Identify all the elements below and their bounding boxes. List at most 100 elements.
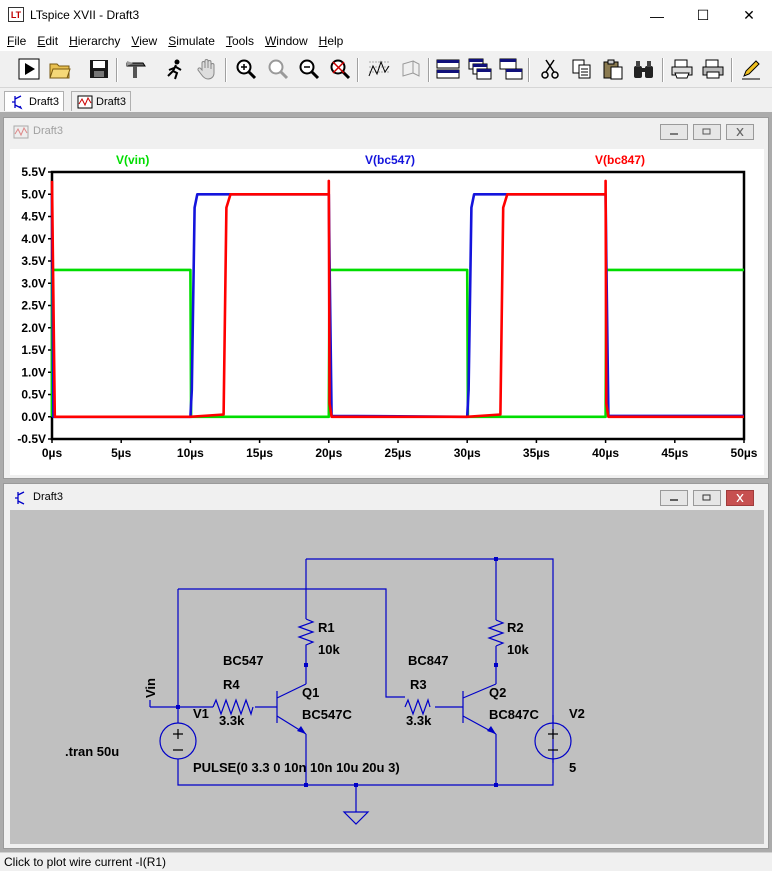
- r3-value[interactable]: 3.3k: [406, 713, 432, 728]
- ltspice-app-icon[interactable]: LT: [8, 7, 24, 22]
- r4-value[interactable]: 3.3k: [219, 713, 245, 728]
- plot-minimize-button[interactable]: [660, 124, 688, 140]
- mdi-workspace: Draft3 5.5V 5.0V 4.5V 4.0V 3.5V 3.0V 2.5V 2.0V 1…: [0, 112, 772, 852]
- minimize-button[interactable]: —: [634, 0, 680, 31]
- y-tick-label: 4.0V: [21, 232, 46, 246]
- v2-value[interactable]: 5: [569, 760, 576, 775]
- plot-window[interactable]: Draft3 5.5V 5.0V 4.5V 4.0V 3.5V 3.0V 2.5V 2.0V 1…: [3, 117, 769, 479]
- y-tick-label: 5.0V: [21, 187, 46, 201]
- menu-help[interactable]: Help: [315, 34, 348, 48]
- pencil-icon[interactable]: [738, 56, 764, 82]
- plot-restore-button[interactable]: [693, 124, 721, 140]
- tile-vertical-icon[interactable]: [498, 56, 524, 82]
- r4-name[interactable]: R4: [223, 677, 240, 692]
- schematic-close-button[interactable]: [726, 490, 754, 506]
- y-tick-label: 1.5V: [21, 343, 46, 357]
- pan-hand-icon[interactable]: [194, 56, 220, 82]
- q1-net-label[interactable]: BC547: [223, 653, 263, 668]
- save-icon[interactable]: [86, 56, 112, 82]
- v1-name[interactable]: V1: [193, 706, 209, 721]
- run-man-icon[interactable]: [162, 56, 188, 82]
- v2-name[interactable]: V2: [569, 706, 585, 721]
- plot-window-title: Draft3: [33, 125, 63, 137]
- q2-model[interactable]: BC847C: [489, 707, 539, 722]
- cascade-icon[interactable]: [467, 56, 493, 82]
- status-bar: Click to plot wire current -I(R1): [0, 852, 772, 871]
- x-tick-label: 0µs: [42, 446, 63, 460]
- window-title: LTspice XVII - Draft3: [30, 8, 140, 22]
- menu-simulate[interactable]: Simulate: [164, 34, 219, 48]
- y-tick-label: 3.0V: [21, 276, 46, 290]
- status-text: Click to plot wire current -I(R1): [4, 855, 167, 869]
- tab-waveform-draft3[interactable]: Draft3: [71, 91, 131, 111]
- copy-icon[interactable]: [569, 56, 595, 82]
- waveform-plot-svg[interactable]: 5.5V 5.0V 4.5V 4.0V 3.5V 3.0V 2.5V 2.0V 1.5V 1.0V…: [10, 149, 764, 475]
- plot-background: [10, 149, 764, 475]
- schematic-window-titlebar[interactable]: Draft3: [4, 484, 768, 512]
- y-tick-label: 5.5V: [21, 165, 46, 179]
- print-icon[interactable]: [700, 56, 726, 82]
- y-tick-label: 3.5V: [21, 254, 46, 268]
- control-panel-icon[interactable]: [123, 56, 149, 82]
- zoom-in-icon[interactable]: [233, 56, 259, 82]
- autorange-icon[interactable]: [366, 56, 392, 82]
- legend-vin: V(vin): [116, 153, 149, 167]
- schematic-canvas[interactable]: R1 10k R2 10k BC547 BC847 R4 3.3k R3 3.3…: [10, 510, 764, 847]
- paste-icon[interactable]: [600, 56, 626, 82]
- maximize-button[interactable]: ☐: [680, 0, 726, 31]
- tab-strip: Draft3 Draft3: [0, 89, 772, 112]
- zoom-cancel-icon[interactable]: [327, 56, 353, 82]
- schematic-icon: [10, 94, 26, 113]
- close-button[interactable]: ✕: [726, 0, 772, 31]
- x-tick-label: 30µs: [454, 446, 481, 460]
- r3-name[interactable]: R3: [410, 677, 427, 692]
- waveform-plot[interactable]: 5.5V 5.0V 4.5V 4.0V 3.5V 3.0V 2.5V 2.0V 1.5V 1.0V…: [10, 149, 764, 478]
- legend-bc847: V(bc847): [595, 153, 645, 167]
- q1-model[interactable]: BC547C: [302, 707, 352, 722]
- x-tick-label: 15µs: [246, 446, 273, 460]
- menu-view[interactable]: View: [127, 34, 161, 48]
- r1-value[interactable]: 10k: [318, 642, 340, 657]
- menu-edit[interactable]: Edit: [33, 34, 62, 48]
- schematic-minimize-button[interactable]: [660, 490, 688, 506]
- fft-icon[interactable]: [398, 56, 424, 82]
- plot-close-button[interactable]: [726, 124, 754, 140]
- find-icon[interactable]: [631, 56, 657, 82]
- tab-schematic-draft3[interactable]: Draft3: [4, 91, 64, 111]
- vin-net-label[interactable]: Vin: [143, 678, 158, 698]
- run-icon[interactable]: [16, 56, 42, 82]
- schematic-svg[interactable]: R1 10k R2 10k BC547 BC847 R4 3.3k R3 3.3…: [10, 510, 764, 844]
- x-tick-label: 20µs: [315, 446, 342, 460]
- zoom-out-icon[interactable]: [296, 56, 322, 82]
- schematic-restore-button[interactable]: [693, 490, 721, 506]
- r2-name[interactable]: R2: [507, 620, 524, 635]
- q2-net-label[interactable]: BC847: [408, 653, 448, 668]
- print-setup-icon[interactable]: [669, 56, 695, 82]
- toolbar: [0, 52, 772, 88]
- r1-name[interactable]: R1: [318, 620, 335, 635]
- schematic-background: [10, 510, 764, 844]
- plot-window-titlebar[interactable]: Draft3: [4, 118, 768, 146]
- open-icon[interactable]: [47, 56, 73, 82]
- schematic-window[interactable]: Draft3 R1 10k R2 10k BC547 BC847 R4 3.3k…: [3, 483, 769, 849]
- x-tick-label: 45µs: [661, 446, 688, 460]
- legend-bc547: V(bc547): [365, 153, 415, 167]
- tile-horizontal-icon[interactable]: [435, 56, 461, 82]
- q1-name[interactable]: Q1: [302, 685, 319, 700]
- r2-value[interactable]: 10k: [507, 642, 529, 657]
- y-tick-label: -0.5V: [17, 432, 46, 446]
- q2-name[interactable]: Q2: [489, 685, 506, 700]
- x-tick-label: 5µs: [111, 446, 132, 460]
- v1-value[interactable]: PULSE(0 3.3 0 10n 10n 10u 20u 3): [193, 760, 400, 775]
- menu-file[interactable]: File: [3, 34, 30, 48]
- tran-directive[interactable]: .tran 50u: [65, 744, 119, 759]
- y-tick-label: 2.5V: [21, 299, 46, 313]
- zoom-area-icon[interactable]: [265, 56, 291, 82]
- cut-icon[interactable]: [537, 56, 563, 82]
- menu-window[interactable]: Window: [261, 34, 312, 48]
- x-tick-label: 40µs: [592, 446, 619, 460]
- x-tick-label: 50µs: [731, 446, 758, 460]
- x-tick-label: 35µs: [523, 446, 550, 460]
- menu-tools[interactable]: Tools: [222, 34, 258, 48]
- menu-hierarchy[interactable]: Hierarchy: [65, 34, 124, 48]
